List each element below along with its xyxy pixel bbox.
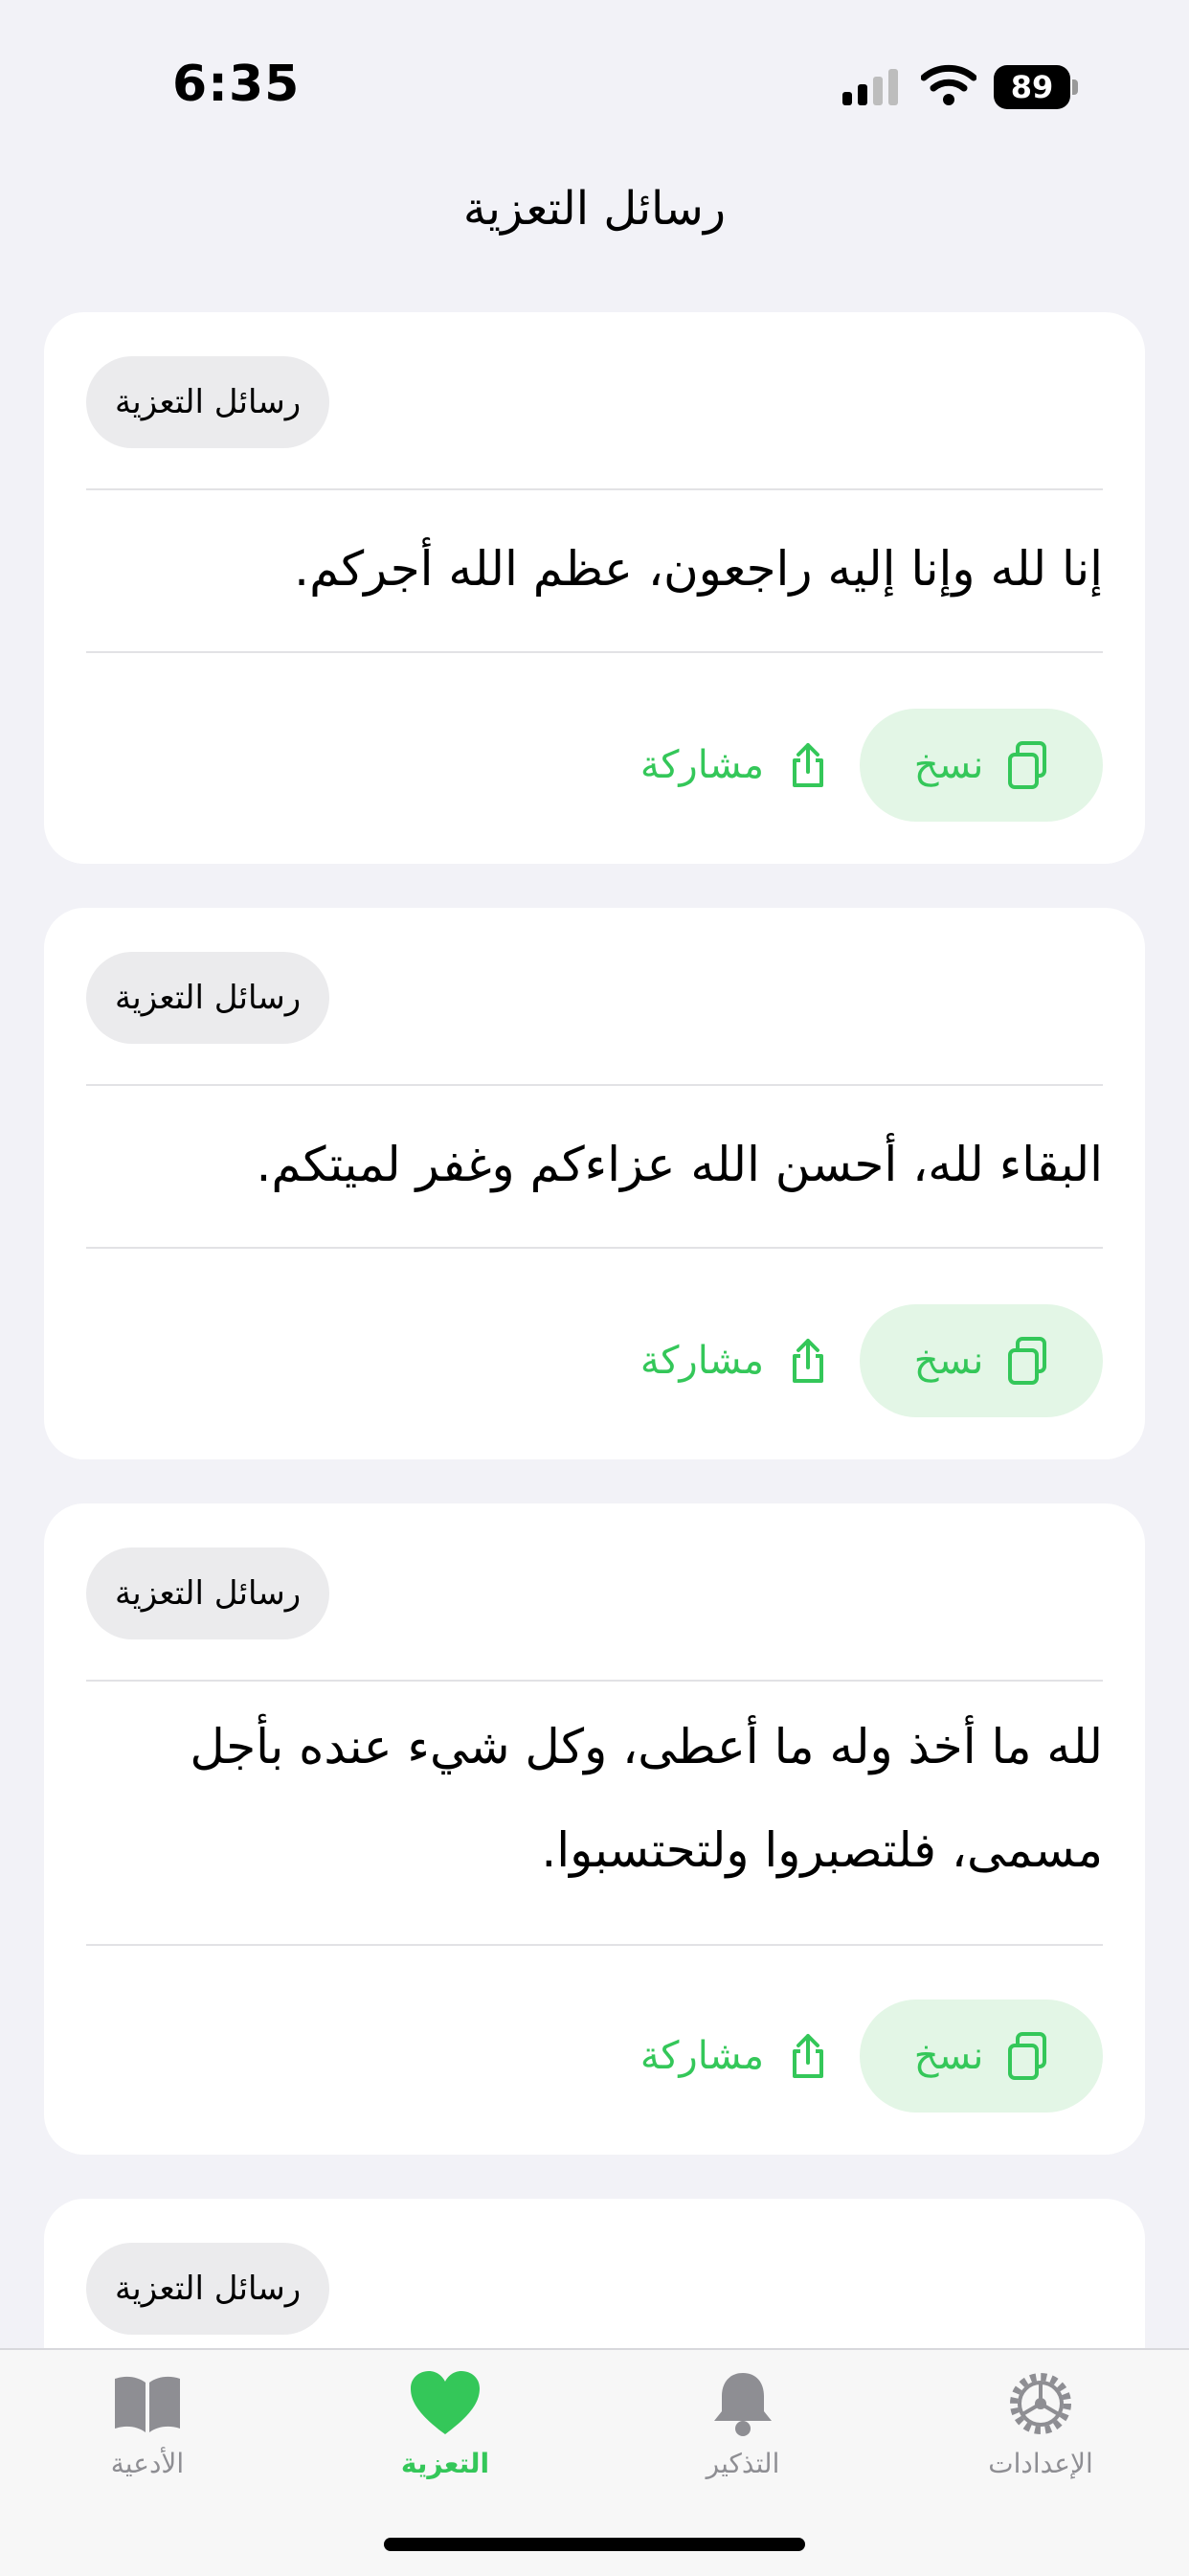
- divider: [86, 1944, 1103, 1946]
- copy-icon: [1008, 741, 1047, 789]
- share-label: مشاركة: [639, 743, 764, 787]
- divider: [86, 1247, 1103, 1249]
- copy-button[interactable]: نسخ: [860, 2000, 1103, 2113]
- tab-label: التعزية: [400, 2448, 490, 2479]
- tab-label: الأدعية: [110, 2448, 185, 2479]
- share-label: مشاركة: [639, 2034, 764, 2078]
- tab-label: الإعدادات: [988, 2448, 1093, 2479]
- book-icon: [115, 2376, 180, 2432]
- category-tag: رسائل التعزية: [86, 952, 330, 1044]
- share-icon: [793, 743, 823, 787]
- copy-label: نسخ: [913, 743, 984, 787]
- category-tag: رسائل التعزية: [86, 356, 330, 448]
- category-tag: رسائل التعزية: [86, 1548, 330, 1639]
- tab-duas[interactable]: الأدعية: [42, 2369, 253, 2479]
- divider: [86, 651, 1103, 653]
- message-text: البقاء لله، أحسن الله عزاءكم وغفر لميتكم…: [256, 1137, 1103, 1192]
- copy-button[interactable]: نسخ: [860, 1304, 1103, 1417]
- share-label: مشاركة: [639, 1339, 764, 1383]
- tab-label: التذكير: [706, 2448, 780, 2479]
- share-button[interactable]: مشاركة: [640, 2000, 829, 2113]
- copy-label: نسخ: [913, 2034, 984, 2078]
- page-title: رسائل التعزية: [462, 182, 727, 236]
- tab-reminders[interactable]: التذكير: [638, 2369, 848, 2479]
- share-button[interactable]: مشاركة: [640, 709, 829, 822]
- tab-condolence[interactable]: التعزية: [340, 2369, 550, 2479]
- divider: [86, 1084, 1103, 1086]
- bell-icon: [714, 2373, 772, 2436]
- cellular-signal-icon: [842, 69, 898, 105]
- share-icon: [793, 1339, 823, 1383]
- message-text: إنا لله وإنا إليه راجعون، عظم الله أجركم…: [294, 541, 1103, 597]
- category-tag: رسائل التعزية: [86, 2243, 330, 2335]
- copy-button[interactable]: نسخ: [860, 709, 1103, 822]
- message-card: رسائل التعزية البقاء لله، أحسن الله عزاء…: [44, 908, 1145, 1459]
- share-button[interactable]: مشاركة: [640, 1304, 829, 1417]
- divider: [86, 1680, 1103, 1682]
- gear-icon: [1010, 2373, 1071, 2434]
- share-icon: [793, 2034, 823, 2078]
- status-bar: 6:35 89: [0, 0, 1189, 144]
- home-indicator: [384, 2538, 805, 2551]
- tab-settings[interactable]: الإعدادات: [935, 2369, 1146, 2479]
- copy-label: نسخ: [913, 1339, 984, 1383]
- copy-icon: [1008, 2032, 1047, 2080]
- battery-level: 89: [994, 65, 1070, 109]
- divider: [86, 488, 1103, 490]
- message-text: لله ما أخذ وله ما أعطى، وكل شيء عنده بأج…: [190, 1719, 1103, 1878]
- battery-indicator: 89: [994, 65, 1078, 109]
- copy-icon: [1008, 1337, 1047, 1385]
- heart-icon: [411, 2371, 480, 2434]
- battery-cap: [1072, 79, 1078, 95]
- wifi-icon: [921, 64, 976, 105]
- message-card: رسائل التعزية لله ما أخذ وله ما أعطى، وك…: [44, 1503, 1145, 2155]
- message-card: رسائل التعزية إنا لله وإنا إليه راجعون، …: [44, 312, 1145, 864]
- status-time: 6:35: [172, 56, 301, 113]
